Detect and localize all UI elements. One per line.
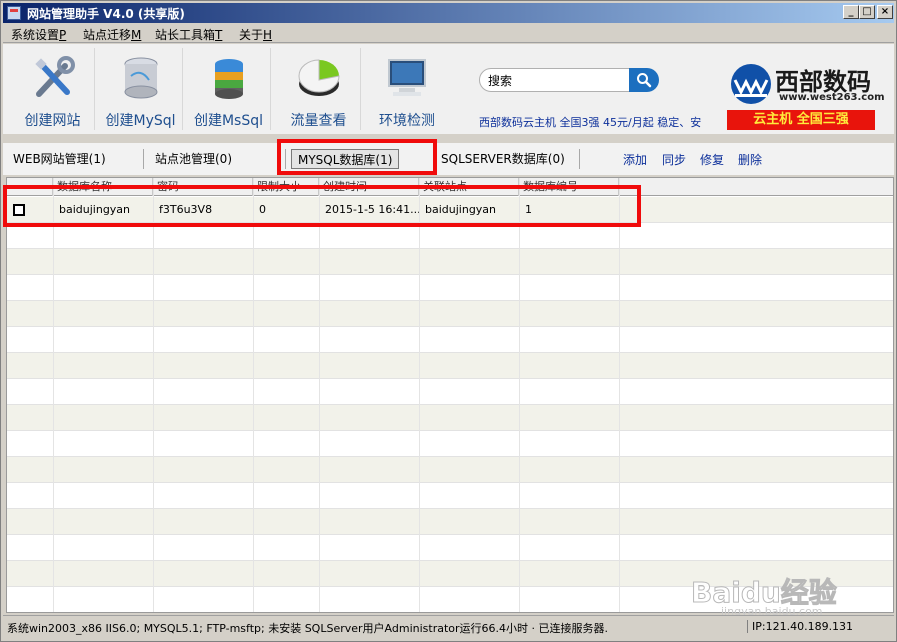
column-divider [519, 178, 520, 612]
repair-button[interactable]: 修复 [700, 151, 724, 168]
menu-system-settings[interactable]: 系统设置P [11, 26, 66, 43]
create-mysql-button[interactable]: 创建MySql [99, 48, 183, 130]
create-website-label: 创建网站 [24, 113, 81, 129]
search-input[interactable] [488, 70, 628, 90]
ad-banner[interactable]: 云主机 全国三强 [727, 110, 875, 130]
brand-url: www.west263.com [779, 92, 885, 103]
toolbar: 创建网站 创建MySql 创建MsSql 流量查看 环境检测 搜索 西部数码 w… [3, 44, 894, 134]
empty-row [7, 249, 893, 275]
column-divider [419, 178, 420, 612]
highlight-mysql-tab [277, 139, 437, 175]
column-divider [619, 178, 620, 612]
app-window: 网站管理助手 V4.0 (共享版) _ □ × 系统设置P 站点迁移M 站长工具… [0, 0, 897, 642]
tab-separator [143, 149, 144, 169]
column-divider [319, 178, 320, 612]
traffic-view-label: 流量查看 [290, 113, 347, 129]
app-icon [7, 6, 21, 20]
empty-row [7, 509, 893, 535]
menu-accel-key: H [263, 28, 273, 42]
delete-button[interactable]: 删除 [738, 151, 762, 168]
environment-check-button[interactable]: 环境检测 [365, 48, 449, 130]
status-text: 系统win2003_x86 IIS6.0; MYSQL5.1; FTP-msft… [7, 622, 609, 635]
sync-button[interactable]: 同步 [662, 151, 686, 168]
tab-separator [579, 149, 580, 169]
monitor-icon [388, 59, 426, 96]
highlight-database-row [3, 185, 641, 227]
tab-site-pools[interactable]: 站点池管理(0) [155, 149, 232, 169]
search-field[interactable] [479, 68, 631, 92]
menu-about[interactable]: 关于H [239, 26, 272, 43]
database-table: 数据库名称 密码 限制大小 创建时间 关联站点 数据库编号 baidujingy… [6, 177, 894, 613]
mssql-database-icon [215, 59, 243, 99]
add-button[interactable]: 添加 [623, 151, 647, 168]
menu-webmaster-toolbox[interactable]: 站长工具箱T [155, 26, 222, 43]
empty-row [7, 379, 893, 405]
traffic-view-button[interactable]: 流量查看 [277, 48, 361, 130]
empty-row [7, 353, 893, 379]
column-divider [53, 178, 54, 612]
menu-label: 站点迁移 [83, 28, 132, 42]
status-bar: 系统win2003_x86 IIS6.0; MYSQL5.1; FTP-msft… [3, 615, 894, 639]
create-mysql-label: 创建MySql [105, 113, 176, 129]
menu-accel-key: T [215, 28, 223, 42]
menu-label: 系统设置 [11, 28, 60, 42]
empty-row [7, 483, 893, 509]
maximize-button[interactable]: □ [859, 5, 875, 19]
empty-row [7, 275, 893, 301]
pie-chart-icon [298, 59, 340, 96]
empty-row [7, 301, 893, 327]
column-divider [253, 178, 254, 612]
search-icon [637, 73, 652, 88]
tab-web-sites[interactable]: WEB网站管理(1) [13, 149, 106, 169]
create-mssql-label: 创建MsSql [193, 113, 264, 129]
menu-accel-key: M [131, 28, 142, 42]
menu-label: 关于 [239, 28, 264, 42]
column-divider [153, 178, 154, 612]
search-button[interactable] [629, 68, 659, 92]
empty-row [7, 457, 893, 483]
title-bar: 网站管理助手 V4.0 (共享版) _ □ × [3, 3, 894, 23]
minimize-button[interactable]: _ [843, 5, 859, 19]
menu-label: 站长工具箱 [155, 28, 216, 42]
menu-accel-key: P [59, 28, 67, 42]
tools-icon [35, 56, 75, 97]
menu-bar: 系统设置P 站点迁移M 站长工具箱T 关于H [3, 23, 894, 43]
mysql-database-icon [124, 57, 158, 99]
empty-row [7, 535, 893, 561]
empty-row [7, 405, 893, 431]
menu-site-migration[interactable]: 站点迁移M [83, 26, 141, 43]
tab-bar: WEB网站管理(1) 站点池管理(0) MYSQL数据库(1) SQLSERVE… [3, 143, 894, 175]
west-logo-icon [731, 64, 771, 104]
environment-check-label: 环境检测 [379, 113, 435, 129]
window-title: 网站管理助手 V4.0 (共享版) [27, 7, 185, 21]
close-button[interactable]: × [877, 5, 893, 19]
create-mssql-button[interactable]: 创建MsSql [187, 48, 271, 130]
tab-sqlserver-databases[interactable]: SQLSERVER数据库(0) [441, 149, 565, 169]
ad-text-link[interactable]: 西部数码云主机 全国3强 45元/月起 稳定、安 [479, 114, 723, 130]
empty-row [7, 327, 893, 353]
create-website-button[interactable]: 创建网站 [11, 48, 95, 130]
empty-row [7, 431, 893, 457]
status-ip: IP:121.40.189.131 [747, 620, 853, 633]
